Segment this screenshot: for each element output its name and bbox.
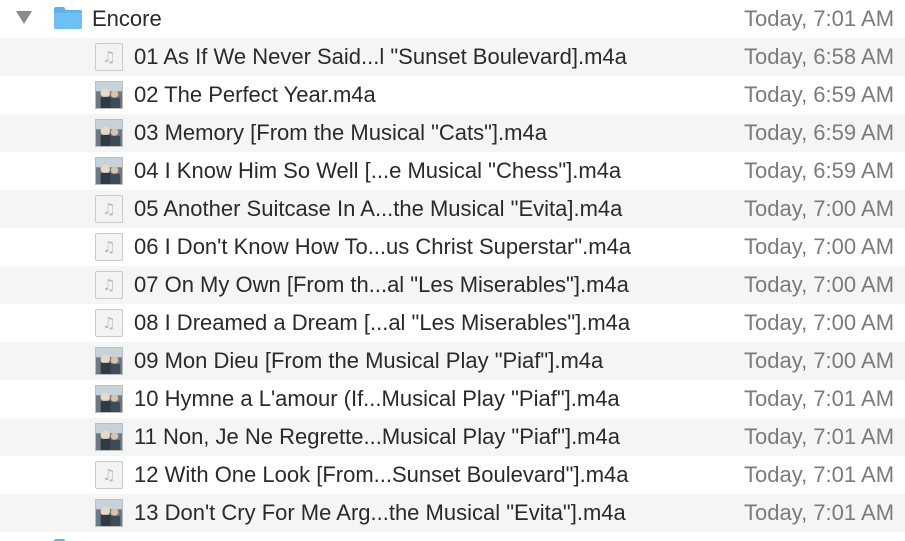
- date-modified: Today, 7:01 AM: [744, 500, 895, 525]
- folder-name: Encore: [92, 6, 162, 31]
- file-name: 01 As If We Never Said...l "Sunset Boule…: [134, 44, 627, 69]
- album-art-icon: [95, 81, 123, 109]
- file-name: 13 Don't Cry For Me Arg...the Musical "E…: [134, 500, 626, 525]
- file-name: 06 I Don't Know How To...us Christ Super…: [134, 234, 632, 259]
- music-note-icon: ♫: [95, 43, 123, 71]
- date-modified: Today, 6:59 AM: [744, 82, 895, 107]
- date-modified: Today, 6:59 AM: [744, 120, 895, 145]
- file-name: 03 Memory [From the Musical "Cats"].m4a: [134, 120, 547, 145]
- folder-row-encore[interactable]: Encore Today, 7:01 AM: [0, 0, 905, 38]
- album-art-icon: [95, 347, 123, 375]
- file-name: 10 Hymne a L'amour (If...Musical Play "P…: [134, 386, 620, 411]
- file-name: 09 Mon Dieu [From the Musical Play "Piaf…: [134, 348, 604, 373]
- file-name: 11 Non, Je Ne Regrette...Musical Play "P…: [134, 424, 620, 449]
- music-note-icon: ♫: [95, 461, 123, 489]
- date-modified: Today, 7:01 AM: [744, 462, 895, 487]
- file-name: 12 With One Look [From...Sunset Boulevar…: [134, 462, 629, 487]
- file-list: Encore Today, 7:01 AM ♫ 01 As If We Never…: [0, 0, 905, 541]
- date-modified: Today, 7:01 AM: [744, 6, 895, 31]
- file-row[interactable]: ♫ 07 On My Own [From th...al "Les Miserab…: [0, 266, 905, 304]
- music-note-icon: ♫: [95, 309, 123, 337]
- folder-icon: [54, 539, 66, 541]
- album-art-icon: [95, 157, 123, 185]
- file-row[interactable]: 13 Don't Cry For Me Arg...the Musical "E…: [0, 494, 905, 532]
- file-row[interactable]: ♫ 01 As If We Never Said...l "Sunset Boul…: [0, 38, 905, 76]
- date-modified: Today, 7:00 AM: [744, 234, 895, 259]
- file-row[interactable]: 10 Hymne a L'amour (If...Musical Play "P…: [0, 380, 905, 418]
- date-modified: Today, 6:59 AM: [744, 158, 895, 183]
- folder-icon: [54, 7, 82, 29]
- file-row[interactable]: 09 Mon Dieu [From the Musical Play "Piaf…: [0, 342, 905, 380]
- music-note-icon: ♫: [95, 271, 123, 299]
- file-row[interactable]: 02 The Perfect Year.m4a Today, 6:59 AM: [0, 76, 905, 114]
- album-art-icon: [95, 385, 123, 413]
- file-row[interactable]: 03 Memory [From the Musical "Cats"].m4a T…: [0, 114, 905, 152]
- album-art-icon: [95, 119, 123, 147]
- file-name: 05 Another Suitcase In A...the Musical "…: [134, 196, 623, 221]
- file-name: 04 I Know Him So Well [...e Musical "Che…: [134, 158, 622, 183]
- file-row[interactable]: 04 I Know Him So Well [...e Musical "Che…: [0, 152, 905, 190]
- date-modified: Today, 7:00 AM: [744, 196, 895, 221]
- file-row[interactable]: ♫ 06 I Don't Know How To...us Christ Supe…: [0, 228, 905, 266]
- date-modified: Today, 7:01 AM: [744, 424, 895, 449]
- date-modified: Today, 6:58 AM: [744, 44, 895, 69]
- file-name: 07 On My Own [From th...al "Les Miserabl…: [134, 272, 629, 297]
- album-art-icon: [95, 423, 123, 451]
- date-modified: Today, 7:01 AM: [744, 386, 895, 411]
- file-row[interactable]: ♫ 08 I Dreamed a Dream [...al "Les Misera…: [0, 304, 905, 342]
- file-row[interactable]: ♫ 05 Another Suitcase In A...the Musical …: [0, 190, 905, 228]
- album-art-icon: [95, 499, 123, 527]
- folder-row-partial[interactable]: [0, 532, 905, 541]
- file-name: 08 I Dreamed a Dream [...al "Les Miserab…: [134, 310, 631, 335]
- date-modified: Today, 7:00 AM: [744, 348, 895, 373]
- file-row[interactable]: ♫ 12 With One Look [From...Sunset Bouleva…: [0, 456, 905, 494]
- file-name: 02 The Perfect Year.m4a: [134, 82, 376, 107]
- file-row[interactable]: 11 Non, Je Ne Regrette...Musical Play "P…: [0, 418, 905, 456]
- date-modified: Today, 7:00 AM: [744, 272, 895, 297]
- music-note-icon: ♫: [95, 195, 123, 223]
- disclosure-triangle-expanded-icon[interactable]: [16, 11, 32, 24]
- music-note-icon: ♫: [95, 233, 123, 261]
- date-modified: Today, 7:00 AM: [744, 310, 895, 335]
